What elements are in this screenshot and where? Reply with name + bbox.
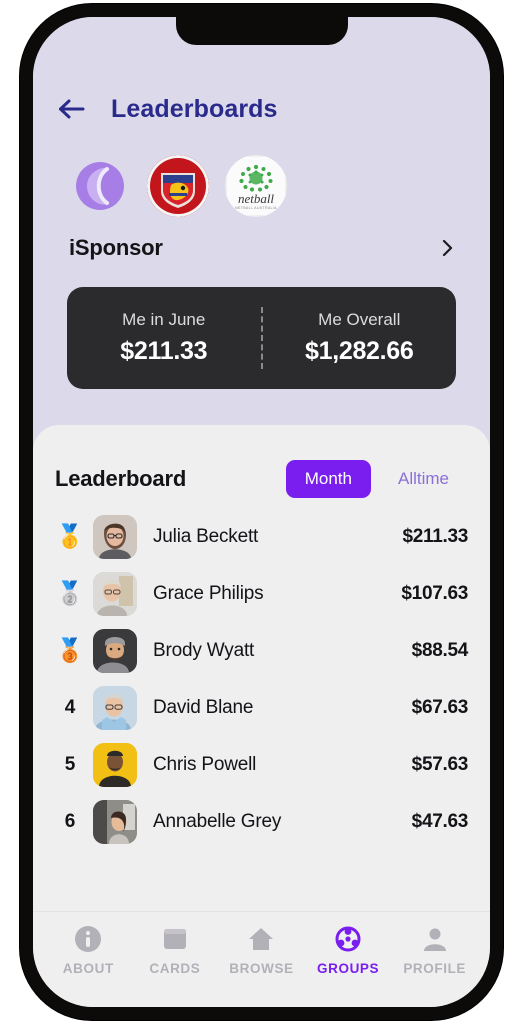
- phone-screen: Leaderboards netball NETBALL AUSTRALIA i…: [33, 17, 490, 1007]
- player-name: Julia Beckett: [153, 525, 259, 547]
- header-region: Leaderboards netball NETBALL AUSTRALIA i…: [33, 17, 490, 425]
- player-amount: $47.63: [411, 810, 469, 832]
- stat-label: Me Overall: [318, 310, 401, 329]
- team-crest-icon: [147, 155, 209, 217]
- isponsor-monogram-icon: [76, 162, 124, 210]
- table-row[interactable]: 4 David Blane $67.63: [55, 679, 468, 736]
- bronze-medal-icon: 🥉: [55, 637, 85, 663]
- netball-icon: netball NETBALL AUSTRALIA: [225, 155, 287, 217]
- tab-label: BROWSE: [229, 961, 294, 976]
- rank-number: 4: [64, 696, 76, 718]
- sponsor-selector[interactable]: iSponsor: [55, 219, 468, 261]
- chevron-right-icon: [442, 239, 453, 257]
- silver-medal-icon: 🥈: [55, 580, 85, 606]
- avatar-photo-2: [93, 571, 137, 616]
- bottom-tab-bar: ABOUT CARDS BROWSE GROUPS PROFILE: [33, 911, 490, 1007]
- player-name: Grace Philips: [153, 582, 264, 604]
- team-crest-logo[interactable]: [147, 155, 209, 217]
- avatar-photo-5: [93, 742, 137, 787]
- table-row[interactable]: 5 Chris Powell $57.63: [55, 736, 468, 793]
- stat-value: $211.33: [120, 337, 208, 365]
- tab-groups[interactable]: GROUPS: [305, 924, 392, 976]
- avatar: [93, 685, 137, 730]
- table-row[interactable]: 🥇 Julia Beckett $211.33: [55, 508, 468, 565]
- player-name: Brody Wyatt: [153, 639, 255, 661]
- table-row[interactable]: 6 Annabelle Grey $47.63: [55, 793, 468, 850]
- player-amount: $67.63: [411, 696, 469, 718]
- leaderboard-rows: 🥇 Julia Beckett $211.33 🥈 Grace Philips …: [55, 508, 468, 850]
- tab-label: CARDS: [149, 961, 201, 976]
- arrow-left-icon: [59, 99, 85, 119]
- tab-label: PROFILE: [403, 961, 467, 976]
- stats-card: Me in June $211.33 Me Overall $1,282.66: [67, 287, 456, 389]
- isponsor-logo[interactable]: [69, 155, 131, 217]
- player-name: David Blane: [153, 696, 254, 718]
- player-amount: $57.63: [411, 753, 469, 775]
- gold-medal-icon: 🥇: [55, 523, 85, 549]
- player-amount: $88.54: [411, 639, 469, 661]
- rank-number: 5: [64, 753, 76, 775]
- avatar: [93, 571, 137, 616]
- avatar: [93, 628, 137, 673]
- avatar-photo-3: [93, 628, 137, 673]
- filter-month-button[interactable]: Month: [285, 460, 371, 498]
- table-row[interactable]: 🥈 Grace Philips $107.63: [55, 565, 468, 622]
- phone-frame: Leaderboards netball NETBALL AUSTRALIA i…: [20, 4, 503, 1020]
- svg-text:NETBALL AUSTRALIA: NETBALL AUSTRALIA: [235, 206, 277, 210]
- back-button[interactable]: [55, 95, 89, 123]
- stat-label: Me in June: [122, 310, 206, 329]
- header-spacer: [55, 389, 468, 425]
- phone-notch: [175, 17, 348, 45]
- tab-profile[interactable]: PROFILE: [391, 924, 478, 976]
- info-icon: [73, 924, 103, 954]
- stat-me-overall: Me Overall $1,282.66: [263, 310, 457, 366]
- stat-value: $1,282.66: [304, 337, 414, 365]
- tab-cards[interactable]: CARDS: [132, 924, 219, 976]
- tab-label: ABOUT: [62, 961, 114, 976]
- tab-about[interactable]: ABOUT: [45, 924, 132, 976]
- leaderboard-sheet: Leaderboard Month Alltime 🥇 Julia Becket…: [33, 425, 490, 911]
- home-icon: [246, 924, 276, 954]
- person-icon: [420, 924, 450, 954]
- table-row[interactable]: 🥉 Brody Wyatt $88.54: [55, 622, 468, 679]
- avatar-photo-6: [93, 799, 137, 844]
- svg-text:netball: netball: [238, 191, 274, 206]
- netball-logo[interactable]: netball NETBALL AUSTRALIA: [225, 155, 287, 217]
- leaderboard-header: Leaderboard Month Alltime: [55, 425, 468, 508]
- page-title: Leaderboards: [111, 94, 278, 123]
- sponsor-name: iSponsor: [69, 235, 163, 260]
- leaderboard-filter-group: Month Alltime: [285, 460, 468, 498]
- filter-alltime-button[interactable]: Alltime: [379, 460, 468, 498]
- avatar-photo-1: [93, 514, 137, 559]
- stat-me-in-period: Me in June $211.33: [67, 310, 261, 366]
- avatar: [93, 514, 137, 559]
- avatar: [93, 799, 137, 844]
- rank-badge: 🥇: [55, 525, 85, 548]
- rank-badge: 🥈: [55, 582, 85, 605]
- avatar: [93, 742, 137, 787]
- leaderboard-title: Leaderboard: [55, 466, 187, 491]
- player-amount: $211.33: [402, 525, 468, 547]
- sponsor-logo-row: netball NETBALL AUSTRALIA: [55, 145, 468, 219]
- avatar-photo-4: [93, 685, 137, 730]
- player-name: Chris Powell: [153, 753, 257, 775]
- rank-badge: 🥉: [55, 639, 85, 662]
- tab-browse[interactable]: BROWSE: [218, 924, 305, 976]
- player-name: Annabelle Grey: [153, 810, 282, 832]
- groups-icon: [333, 924, 363, 954]
- rank-number: 6: [64, 810, 76, 832]
- wallet-icon: [160, 924, 190, 954]
- player-amount: $107.63: [401, 582, 468, 604]
- tab-label: GROUPS: [317, 961, 380, 976]
